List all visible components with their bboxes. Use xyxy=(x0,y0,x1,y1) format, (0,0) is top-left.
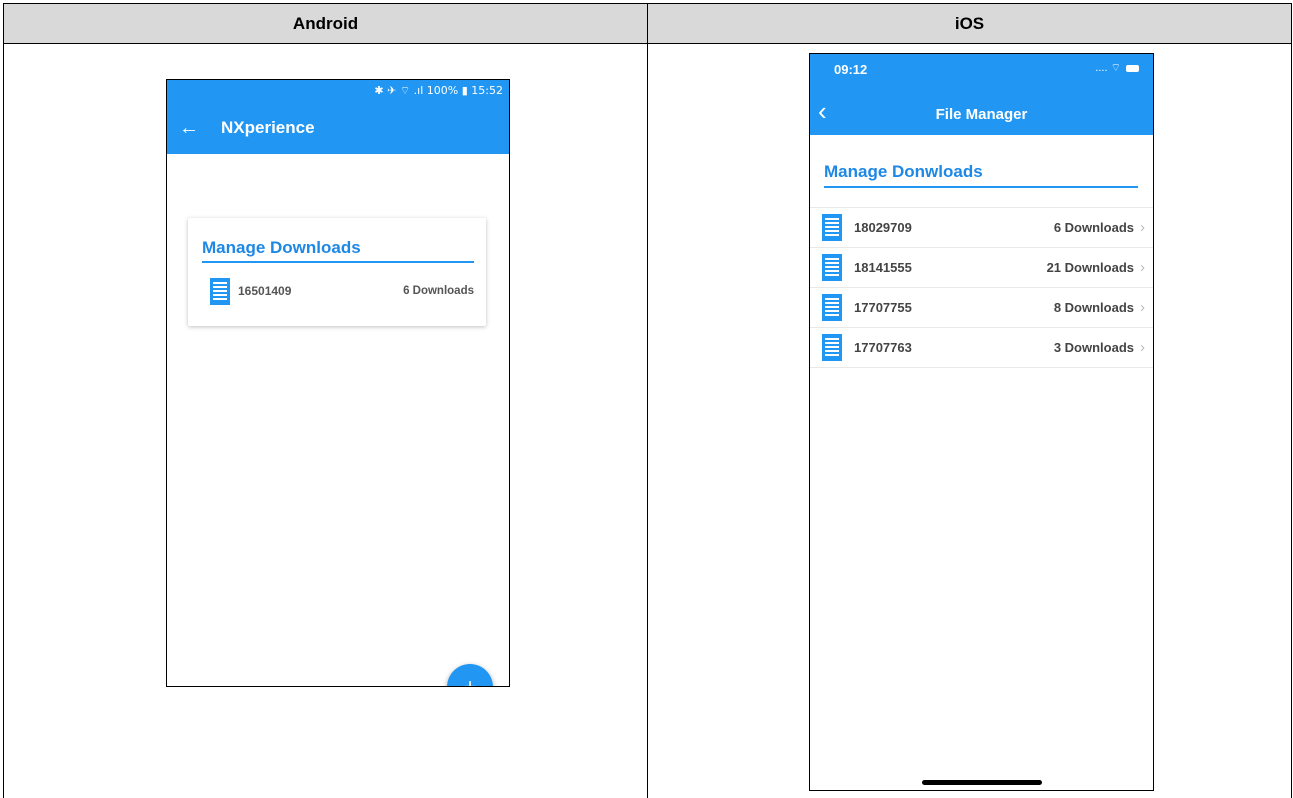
list-item[interactable]: 18141555 21 Downloads › xyxy=(810,248,1153,288)
item-number: 16501409 xyxy=(238,284,292,298)
ios-nav-bar: 09:12 .... ⌔ ‹ File Manager xyxy=(810,54,1153,135)
ios-screen: 09:12 .... ⌔ ‹ File Manager Manage Donwl… xyxy=(809,53,1154,791)
status-icons: .... ⌔ xyxy=(1095,61,1139,75)
document-icon xyxy=(822,214,842,241)
item-download-count: 8 Downloads xyxy=(1053,300,1134,315)
android-screen: ✱ ✈ ⌔ .ıl 100% ▮ 15:52 ← NXperience Mana… xyxy=(166,79,510,687)
home-indicator[interactable] xyxy=(922,780,1042,785)
list-item[interactable]: 16501409 6 Downloads xyxy=(210,276,474,306)
document-icon xyxy=(210,277,230,305)
column-header-android: Android xyxy=(3,3,648,44)
nav-title: File Manager xyxy=(935,106,1028,123)
item-download-count: 3 Downloads xyxy=(1053,340,1134,355)
wifi-icon: ⌔ xyxy=(1110,62,1121,74)
item-download-count: 21 Downloads xyxy=(1046,260,1134,275)
chevron-right-icon: › xyxy=(1140,219,1145,236)
document-icon xyxy=(822,254,842,281)
section-heading: Manage Donwloads xyxy=(824,162,1138,188)
android-app-bar: ← NXperience xyxy=(167,102,509,154)
add-button[interactable]: + xyxy=(447,664,493,686)
item-number: 18141555 xyxy=(854,260,912,275)
status-time: 09:12 xyxy=(834,62,868,77)
signal-icon: .... xyxy=(1095,62,1108,74)
column-header-ios: iOS xyxy=(647,3,1292,44)
list-item[interactable]: 17707763 3 Downloads › xyxy=(810,328,1153,368)
item-number: 17707763 xyxy=(854,340,912,355)
document-icon xyxy=(822,294,842,321)
chevron-right-icon: › xyxy=(1140,299,1145,316)
list-item[interactable]: 17707755 8 Downloads › xyxy=(810,288,1153,328)
item-download-count: 6 Downloads xyxy=(403,285,474,297)
chevron-right-icon: › xyxy=(1140,259,1145,276)
battery-icon xyxy=(1126,64,1139,72)
document-icon xyxy=(822,334,842,361)
manage-downloads-card: Manage Downloads 16501409 6 Downloads xyxy=(188,218,486,326)
chevron-right-icon: › xyxy=(1140,339,1145,356)
app-title: NXperience xyxy=(221,118,315,137)
item-download-count: 6 Downloads xyxy=(1053,220,1134,235)
list-item[interactable]: 18029709 6 Downloads › xyxy=(810,208,1153,248)
android-status-bar: ✱ ✈ ⌔ .ıl 100% ▮ 15:52 xyxy=(167,80,509,102)
downloads-list: 18029709 6 Downloads › 18141555 21 Downl… xyxy=(810,207,1153,368)
back-arrow-icon[interactable]: ← xyxy=(169,117,209,140)
item-number: 17707755 xyxy=(854,300,912,315)
card-heading: Manage Downloads xyxy=(202,238,474,263)
item-number: 18029709 xyxy=(854,220,912,235)
